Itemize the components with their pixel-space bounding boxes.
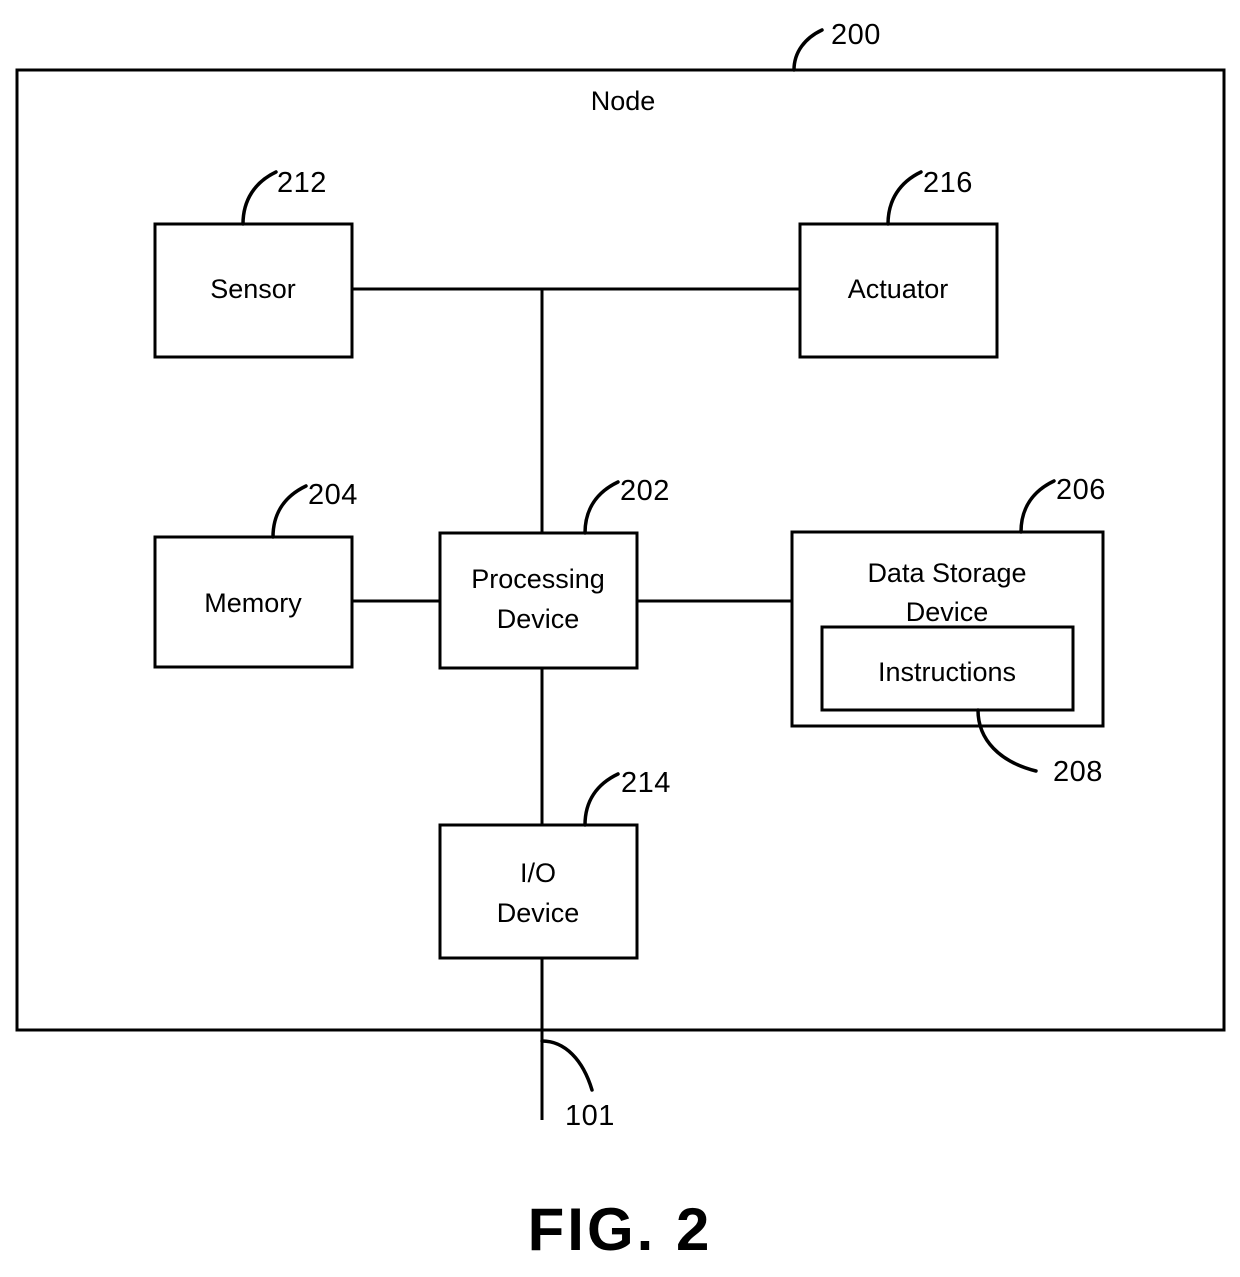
node-block-diagram: 200 Node Sensor 212 Actuator 216 Memory … xyxy=(15,19,1226,1263)
actuator-label: Actuator xyxy=(848,274,949,304)
sensor-label: Sensor xyxy=(210,274,296,304)
node-title-label: Node xyxy=(591,86,656,116)
ref-label-212: 212 xyxy=(277,167,327,199)
leader-line-101 xyxy=(540,1039,594,1092)
data-storage-label-line1: Data Storage xyxy=(867,558,1026,588)
ref-label-206: 206 xyxy=(1056,474,1106,506)
figure-caption: FIG. 2 xyxy=(528,1196,713,1263)
processing-device-label-line2: Device xyxy=(497,604,580,634)
ref-label-214: 214 xyxy=(621,767,671,799)
processing-device-label-line1: Processing xyxy=(471,564,605,594)
ref-label-208: 208 xyxy=(1053,756,1103,788)
ref-label-101: 101 xyxy=(565,1100,615,1132)
io-device-box xyxy=(438,823,639,960)
processing-device-box xyxy=(438,531,639,670)
figure-2-container: 200 Node Sensor 212 Actuator 216 Memory … xyxy=(0,0,1240,1277)
ref-label-204: 204 xyxy=(308,479,358,511)
ref-label-200: 200 xyxy=(831,19,881,51)
leader-line-200 xyxy=(792,28,824,72)
io-device-label-line1: I/O xyxy=(520,858,556,888)
ref-label-216: 216 xyxy=(923,167,973,199)
instructions-label: Instructions xyxy=(878,657,1016,687)
memory-label: Memory xyxy=(204,588,302,618)
data-storage-label-line2: Device xyxy=(906,597,989,627)
ref-label-202: 202 xyxy=(620,475,670,507)
io-device-label-line2: Device xyxy=(497,898,580,928)
